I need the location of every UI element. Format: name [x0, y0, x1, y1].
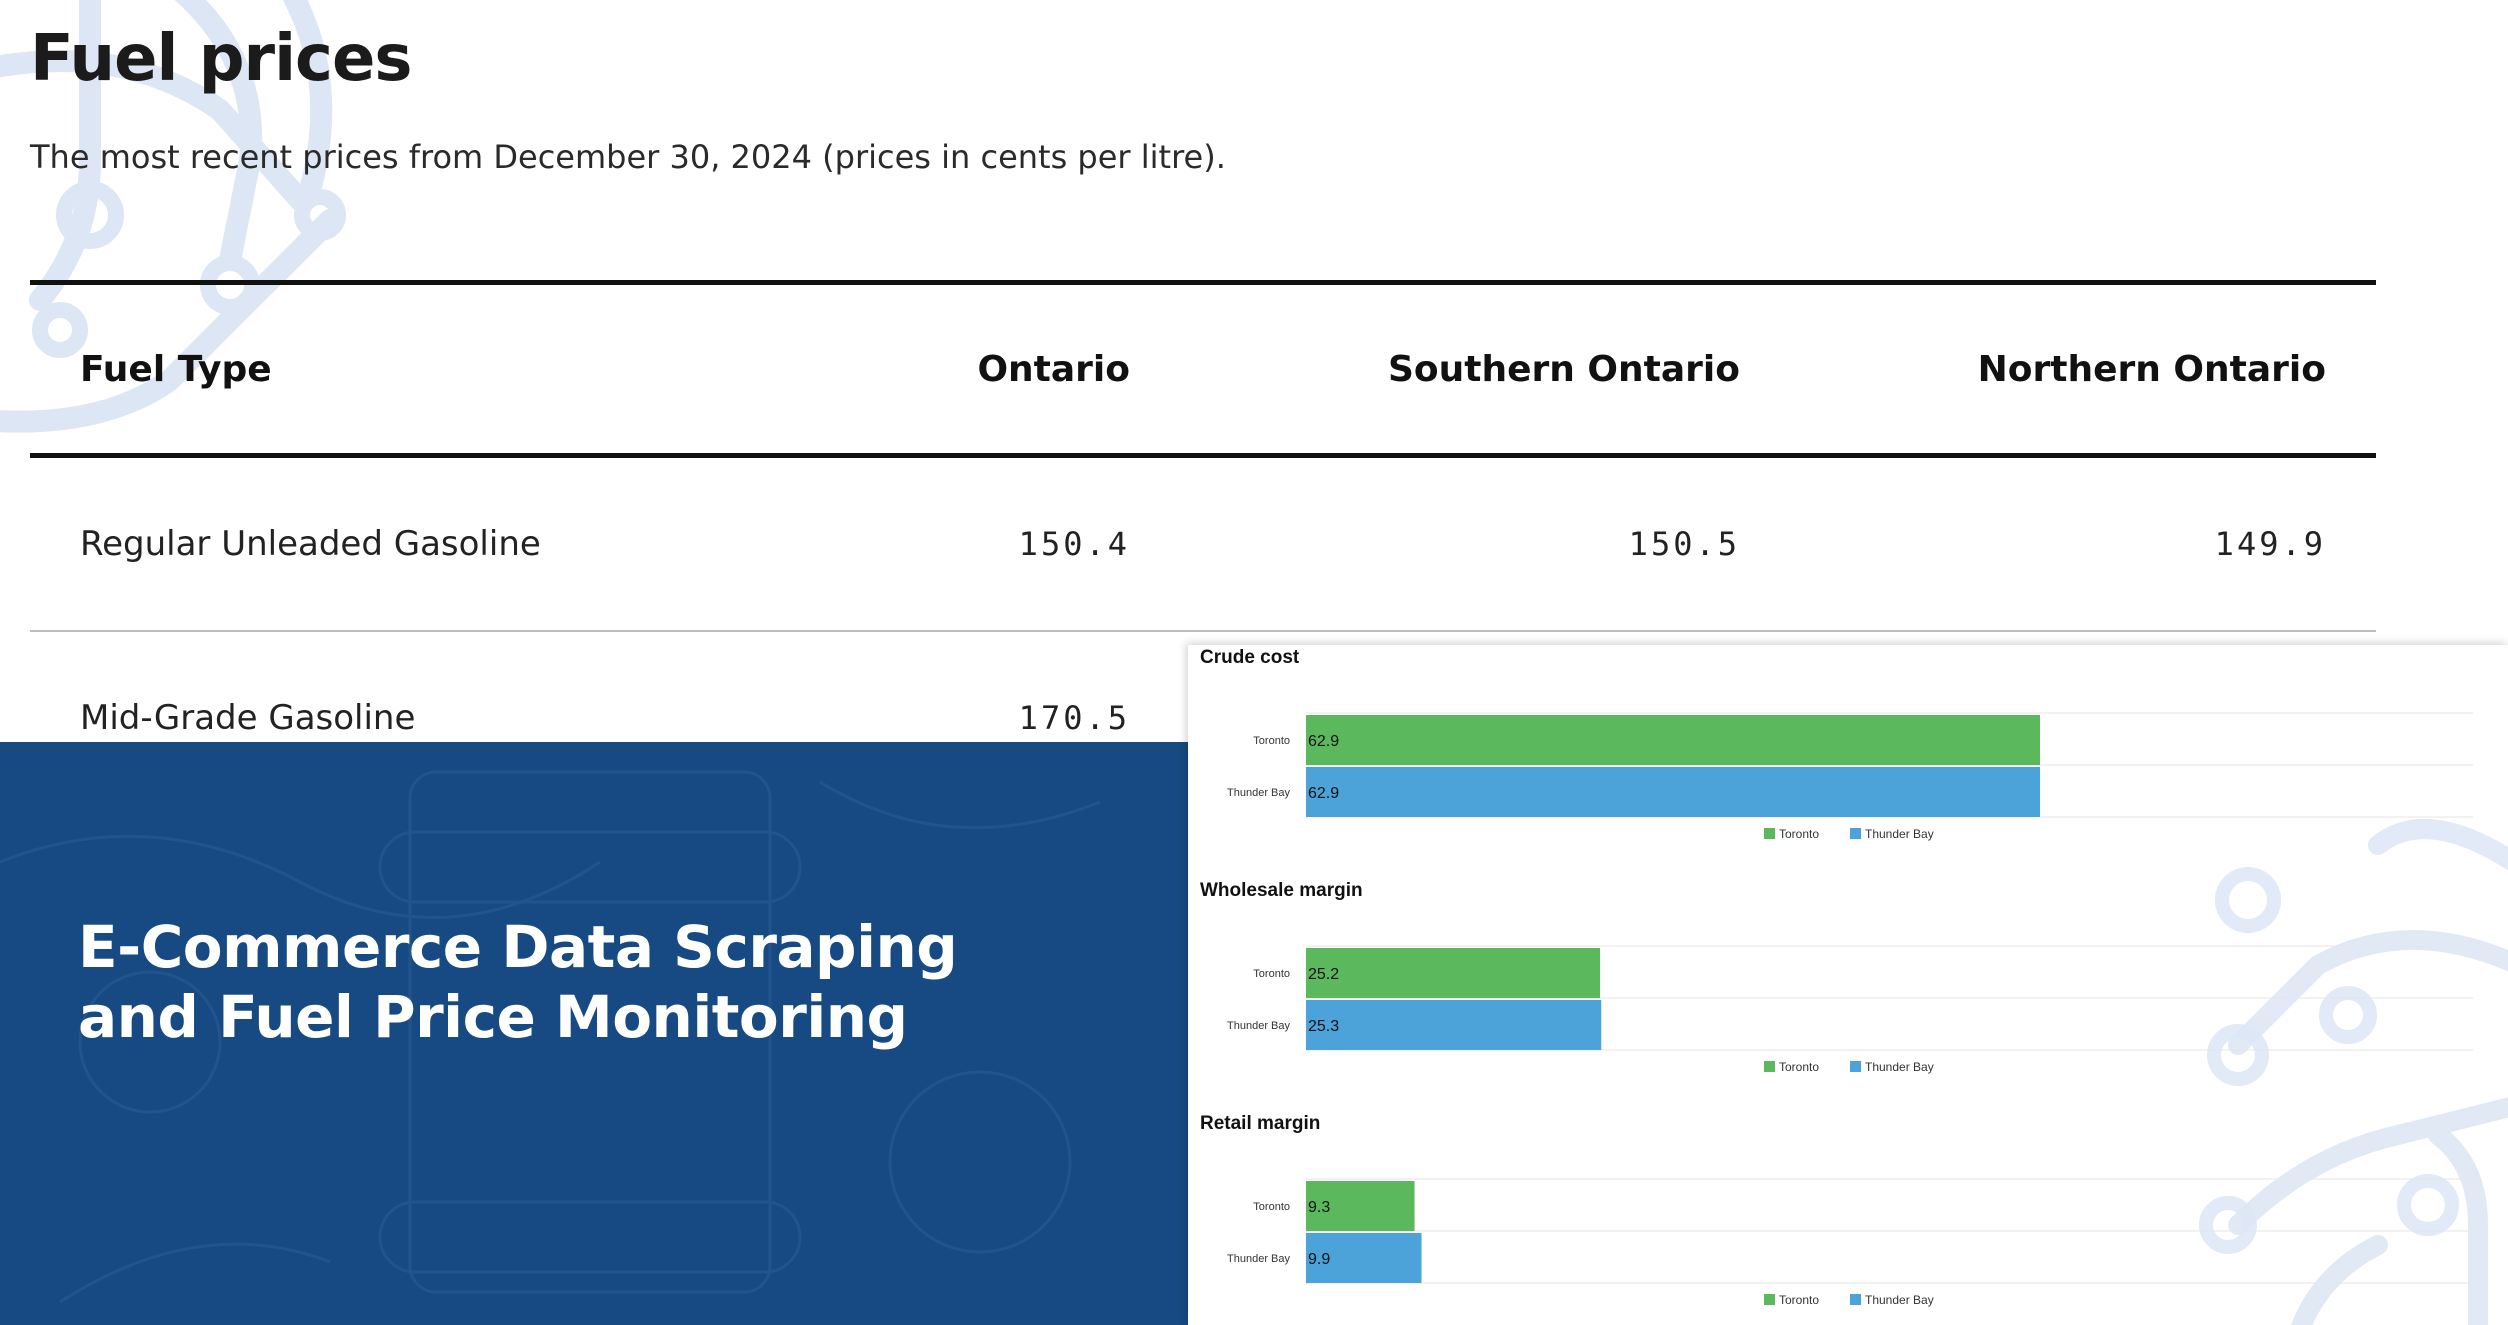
wholesale-margin-data-label: 25.3 — [1308, 1018, 1339, 1035]
retail-margin-category-label: Toronto — [1253, 1201, 1290, 1213]
table-row: Regular Unleaded Gasoline 150.4 150.5 14… — [30, 455, 2376, 632]
retail-margin-data-label: 9.9 — [1308, 1251, 1330, 1268]
crude-cost-legend-label: Toronto — [1779, 827, 1819, 841]
retail-margin-legend-swatch — [1764, 1294, 1775, 1305]
wholesale-margin-data-label: 25.2 — [1308, 966, 1339, 983]
crude-cost-data-label: 62.9 — [1308, 785, 1339, 802]
crude-cost-legend-swatch — [1764, 828, 1775, 839]
retail-margin-legend-swatch — [1850, 1294, 1861, 1305]
crude-cost-category-label: Toronto — [1253, 735, 1290, 747]
wholesale-margin-category-label: Thunder Bay — [1227, 1020, 1290, 1032]
wholesale-margin-bar — [1306, 948, 1601, 998]
wholesale-margin-chart-title: Wholesale margin — [1200, 880, 1363, 901]
retail-margin-data-label: 9.3 — [1308, 1199, 1330, 1216]
wholesale-margin-legend-swatch — [1850, 1061, 1861, 1072]
crude-cost-chart-title: Crude cost — [1200, 647, 1300, 668]
retail-margin-legend-label: Toronto — [1779, 1293, 1819, 1307]
promo-title-line-2: and Fuel Price Monitoring — [78, 983, 908, 1051]
ontario-price-cell: 150.4 — [810, 455, 1180, 632]
wholesale-margin-legend-swatch — [1764, 1061, 1775, 1072]
crude-cost-bar — [1306, 715, 2041, 765]
wholesale-margin-legend-label: Thunder Bay — [1865, 1060, 1934, 1074]
retail-margin-legend-label: Thunder Bay — [1865, 1293, 1934, 1307]
promo-title-line-1: E-Commerce Data Scraping — [78, 913, 958, 981]
northern-ontario-price-cell: 149.9 — [1790, 455, 2376, 632]
crude-cost-bar — [1306, 767, 2041, 817]
wholesale-margin-bar — [1306, 1000, 1602, 1050]
retail-margin-category-label: Thunder Bay — [1227, 1253, 1290, 1265]
crude-cost-legend-swatch — [1850, 828, 1861, 839]
crude-cost-legend-label: Thunder Bay — [1865, 827, 1934, 841]
header-fuel-type: Fuel Type — [30, 280, 810, 458]
cost-breakdown-charts: Crude cost Toronto 62.9 Thunder Bay 62.9 Toro… — [1200, 647, 2473, 1307]
retail-margin-chart-title: Retail margin — [1200, 1113, 1320, 1134]
crude-cost-data-label: 62.9 — [1308, 733, 1339, 750]
fuel-type-cell: Regular Unleaded Gasoline — [30, 455, 810, 632]
cost-breakdown-chart-panel: Crude cost Toronto 62.9 Thunder Bay 62.9 Toro… — [1188, 645, 2508, 1325]
header-northern-ontario: Northern Ontario — [1790, 280, 2376, 458]
page-subtitle: The most recent prices from December 30,… — [30, 138, 1226, 176]
crude-cost-category-label: Thunder Bay — [1227, 787, 1290, 799]
page-title: Fuel prices — [30, 22, 412, 96]
wholesale-margin-category-label: Toronto — [1253, 968, 1290, 980]
header-ontario: Ontario — [810, 280, 1180, 458]
table-header-row: Fuel Type Ontario Southern Ontario North… — [30, 280, 2376, 458]
header-southern-ontario: Southern Ontario — [1180, 280, 1790, 458]
promo-banner: E-Commerce Data Scraping and Fuel Price … — [0, 742, 1190, 1325]
southern-ontario-price-cell: 150.5 — [1180, 455, 1790, 632]
promo-title: E-Commerce Data Scraping and Fuel Price … — [78, 912, 958, 1052]
wholesale-margin-legend-label: Toronto — [1779, 1060, 1819, 1074]
